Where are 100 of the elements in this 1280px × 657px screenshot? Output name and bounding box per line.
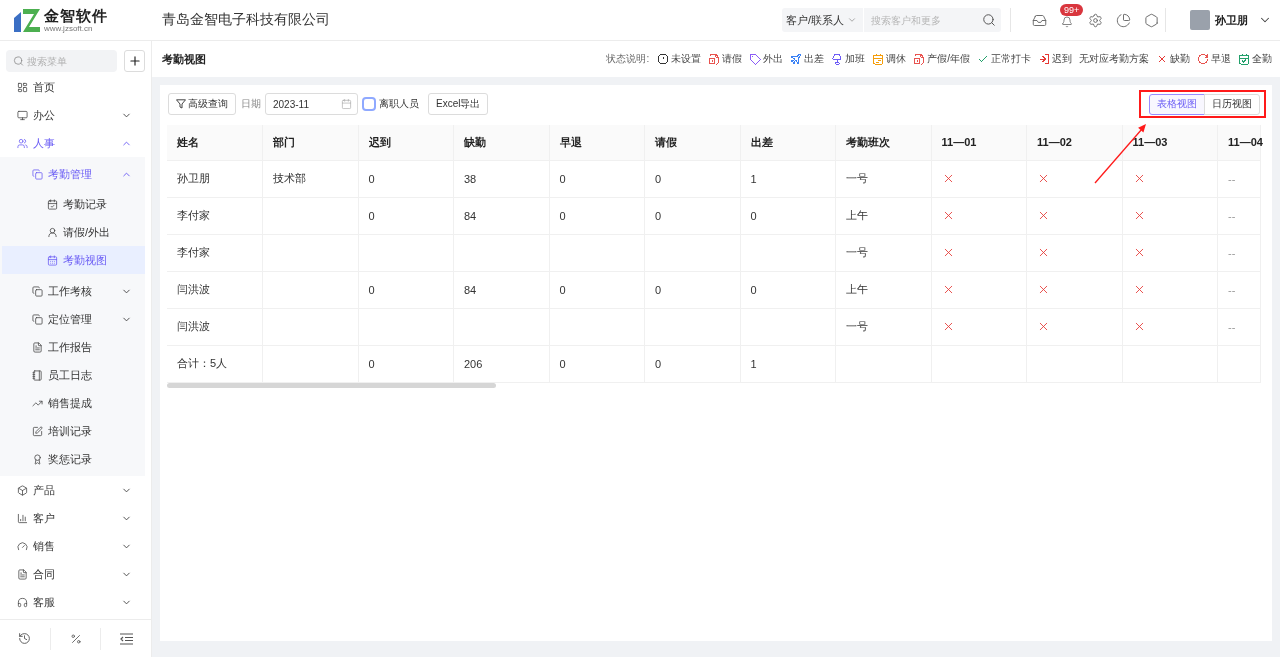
column-header: 11—03 — [1122, 125, 1218, 160]
logo-name: 金智软件 — [44, 6, 108, 24]
menu-item[interactable]: 合同 — [0, 560, 145, 588]
bell-icon[interactable] — [1061, 16, 1073, 28]
scrollbar-thumb[interactable] — [167, 382, 496, 388]
summary-cell: 合计：5人 — [167, 345, 263, 382]
table-cell: 0 — [358, 197, 454, 234]
column-header: 11—01 — [931, 125, 1027, 160]
scope-select[interactable]: 客户/联系人 — [782, 8, 863, 32]
legend-text: 迟到 — [1052, 52, 1072, 66]
company-name: 青岛金智电子科技有限公司 — [161, 11, 330, 29]
percent-icon[interactable] — [69, 632, 82, 645]
users-icon — [17, 137, 28, 149]
inbox-icon[interactable] — [1031, 12, 1047, 28]
table-cell: -- — [1217, 234, 1260, 271]
column-header: 部门 — [262, 125, 358, 160]
bar-chart-icon — [17, 512, 28, 524]
column-header: 11—02 — [1026, 125, 1122, 160]
search-icon[interactable] — [982, 13, 996, 27]
menu-item[interactable]: 销售提成 — [0, 389, 145, 417]
legend-text: 请假 — [722, 52, 743, 66]
table-cell: 上午 — [835, 197, 931, 234]
menu-item[interactable]: 首页 — [0, 73, 145, 101]
list-indent-icon[interactable] — [119, 632, 133, 645]
column-header: 早退 — [549, 125, 645, 160]
table-cell: 0 — [644, 197, 740, 234]
search-field[interactable]: 搜索客户和更多 — [864, 8, 1001, 32]
menu-item[interactable]: 员工日志 — [0, 361, 145, 389]
logo-icon — [14, 8, 40, 32]
column-header: 考勤班次 — [835, 125, 931, 160]
export-button[interactable]: Excel导出 — [428, 93, 489, 115]
table-cell: 0 — [644, 160, 740, 197]
calendar-check-icon — [47, 198, 58, 210]
menu-item[interactable]: 工作考核 — [0, 277, 145, 305]
column-header: 迟到 — [358, 125, 454, 160]
legend-text: 正常打卡 — [991, 52, 1031, 66]
advanced-search-button[interactable]: 高级查询 — [168, 93, 236, 115]
menu-item[interactable]: 客服 — [0, 588, 145, 616]
menu-item[interactable]: 人事 — [0, 129, 145, 157]
menu-item[interactable]: 培训记录 — [0, 417, 145, 445]
table-cell: 0 — [549, 271, 645, 308]
user-name[interactable]: 孙卫朋 — [1215, 12, 1248, 28]
menu-item[interactable]: 定位管理 — [0, 305, 145, 333]
legend-label: 状态说明: — [606, 52, 650, 66]
hexagon-icon[interactable] — [1143, 12, 1159, 28]
headset-icon — [17, 596, 28, 608]
column-header: 请假 — [644, 125, 740, 160]
table-cell: 0 — [644, 271, 740, 308]
checkbox-label[interactable]: 离职人员 — [379, 97, 419, 111]
menu-item[interactable]: 奖惩记录 — [0, 445, 145, 473]
notification-badge: 99+ — [1060, 4, 1084, 16]
gauge-icon — [17, 540, 28, 552]
legend-text: 调休 — [886, 52, 907, 66]
calendar-icon — [341, 98, 352, 110]
menu-item[interactable]: 销售 — [0, 532, 145, 560]
menu-item[interactable]: 请假/外出 — [0, 218, 145, 246]
table-cell: 0 — [549, 160, 645, 197]
history-icon[interactable] — [18, 632, 32, 645]
view-tab[interactable]: 日历视图 — [1204, 93, 1260, 115]
table-cell: 一号 — [835, 308, 931, 345]
cross-icon — [1037, 209, 1050, 222]
pie-chart-icon[interactable] — [1115, 12, 1131, 28]
column-header: 出差 — [740, 125, 836, 160]
copy-icon — [32, 313, 43, 325]
legend-text: 未设置 — [671, 52, 702, 66]
legend-text: 外出 — [763, 52, 784, 66]
add-button[interactable] — [124, 50, 145, 72]
table-cell: 38 — [453, 160, 549, 197]
table-cell: 闫洪波 — [167, 308, 263, 345]
table-cell: -- — [1217, 271, 1260, 308]
cross-icon — [1037, 320, 1050, 333]
table-cell: 上午 — [835, 271, 931, 308]
table-cell: 0 — [358, 160, 454, 197]
checkbox[interactable] — [362, 97, 376, 111]
document-icon — [17, 568, 28, 580]
table-cell: -- — [1217, 160, 1260, 197]
funnel-icon — [176, 99, 186, 109]
menu-item[interactable]: 考勤管理 — [0, 160, 145, 188]
table-cell: 一号 — [835, 234, 931, 271]
column-header: 姓名 — [167, 125, 263, 160]
table-cell: 技术部 — [262, 160, 358, 197]
view-tab[interactable]: 表格视图 — [1149, 93, 1205, 115]
table-cell: 0 — [358, 271, 454, 308]
table-cell: 0 — [740, 197, 836, 234]
table-cell: -- — [1217, 308, 1260, 345]
menu-item[interactable]: 产品 — [0, 476, 145, 504]
summary-cell: 0 — [644, 345, 740, 382]
column-header: 缺勤 — [453, 125, 549, 160]
menu-item[interactable]: 工作报告 — [0, 333, 145, 361]
menu-item[interactable]: 考勤视图 — [2, 246, 145, 274]
table-cell: 84 — [453, 271, 549, 308]
settings-icon[interactable] — [1087, 12, 1103, 28]
menu-item[interactable]: 考勤记录 — [0, 190, 145, 218]
menu-item[interactable]: 办公 — [0, 101, 145, 129]
table-cell: 李付家 — [167, 197, 263, 234]
table-cell: -- — [1217, 197, 1260, 234]
legend-text: 加班 — [845, 52, 866, 66]
date-label: 日期 — [241, 97, 261, 111]
menu-item[interactable]: 客户 — [0, 504, 145, 532]
date-field[interactable]: 2023-11 — [265, 93, 358, 115]
